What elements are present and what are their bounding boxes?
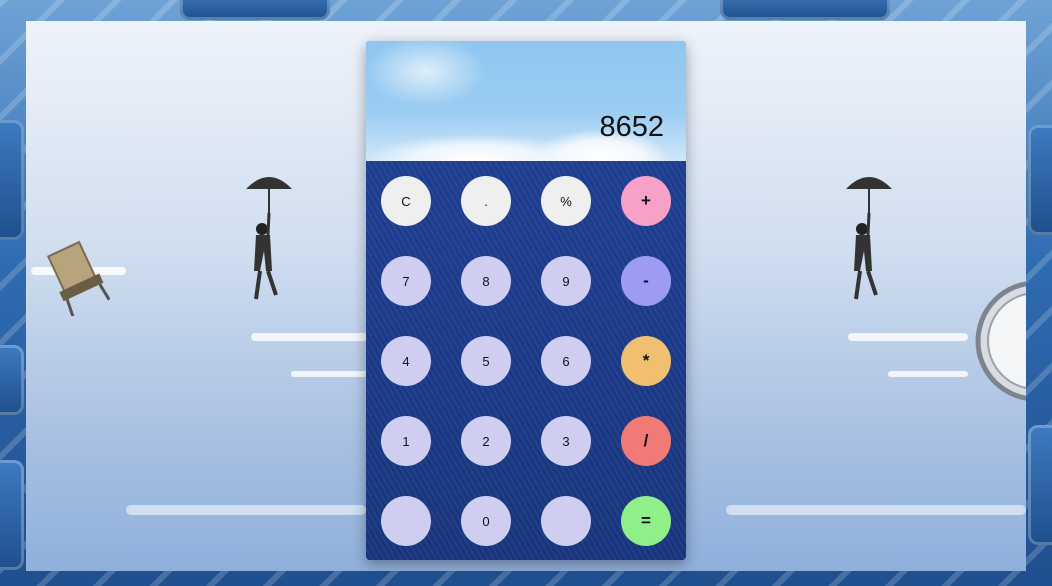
digit-9-button[interactable]: 9 (541, 256, 591, 306)
digit-0-button[interactable]: 0 (461, 496, 511, 546)
digit-4-button[interactable]: 4 (381, 336, 431, 386)
clear-button[interactable]: C (381, 176, 431, 226)
background-keycap (0, 460, 24, 570)
wave-decoration (251, 333, 371, 341)
background-keycap (1028, 425, 1052, 545)
wave-decoration (291, 371, 371, 377)
calculator: 8652 C.% +7 8 9- 4 5 6 * 1 2 3 / 0 = (366, 41, 686, 560)
calculator-display: 8652 (366, 41, 686, 162)
digit-1-button[interactable]: 1 (381, 416, 431, 466)
equals-button[interactable]: = (621, 496, 671, 546)
background-keycap (0, 120, 24, 240)
background-keycap (180, 0, 330, 20)
digit-2-button[interactable]: 2 (461, 416, 511, 466)
wave-decoration (726, 505, 1026, 515)
digit-7-button[interactable]: 7 (381, 256, 431, 306)
digit-3-button[interactable]: 3 (541, 416, 591, 466)
umbrella-man-illustration (846, 177, 892, 300)
decimal-button[interactable]: . (461, 176, 511, 226)
divide-button[interactable]: / (621, 416, 671, 466)
page-background: 8652 C.% +7 8 9- 4 5 6 * 1 2 3 / 0 = (0, 0, 1052, 586)
calculator-keypad: C.% +7 8 9- 4 5 6 * 1 2 3 / 0 = (366, 161, 686, 560)
blank-right-button[interactable] (541, 496, 591, 546)
wave-decoration (888, 371, 968, 377)
pocket-watch-illustration (975, 281, 1026, 401)
display-value: 8652 (599, 111, 664, 143)
background-keycap (720, 0, 890, 20)
background-keycap (0, 345, 24, 415)
digit-5-button[interactable]: 5 (461, 336, 511, 386)
subtract-button[interactable]: - (621, 256, 671, 306)
background-keycap (1028, 125, 1052, 235)
floating-chair-illustration (46, 240, 110, 316)
blank-left-button[interactable] (381, 496, 431, 546)
wave-decoration (126, 505, 366, 515)
percent-button[interactable]: % (541, 176, 591, 226)
multiply-button[interactable]: * (621, 336, 671, 386)
wave-decoration (848, 333, 968, 341)
digit-6-button[interactable]: 6 (541, 336, 591, 386)
umbrella-man-illustration (246, 177, 292, 300)
digit-8-button[interactable]: 8 (461, 256, 511, 306)
add-button[interactable]: + (621, 176, 671, 226)
